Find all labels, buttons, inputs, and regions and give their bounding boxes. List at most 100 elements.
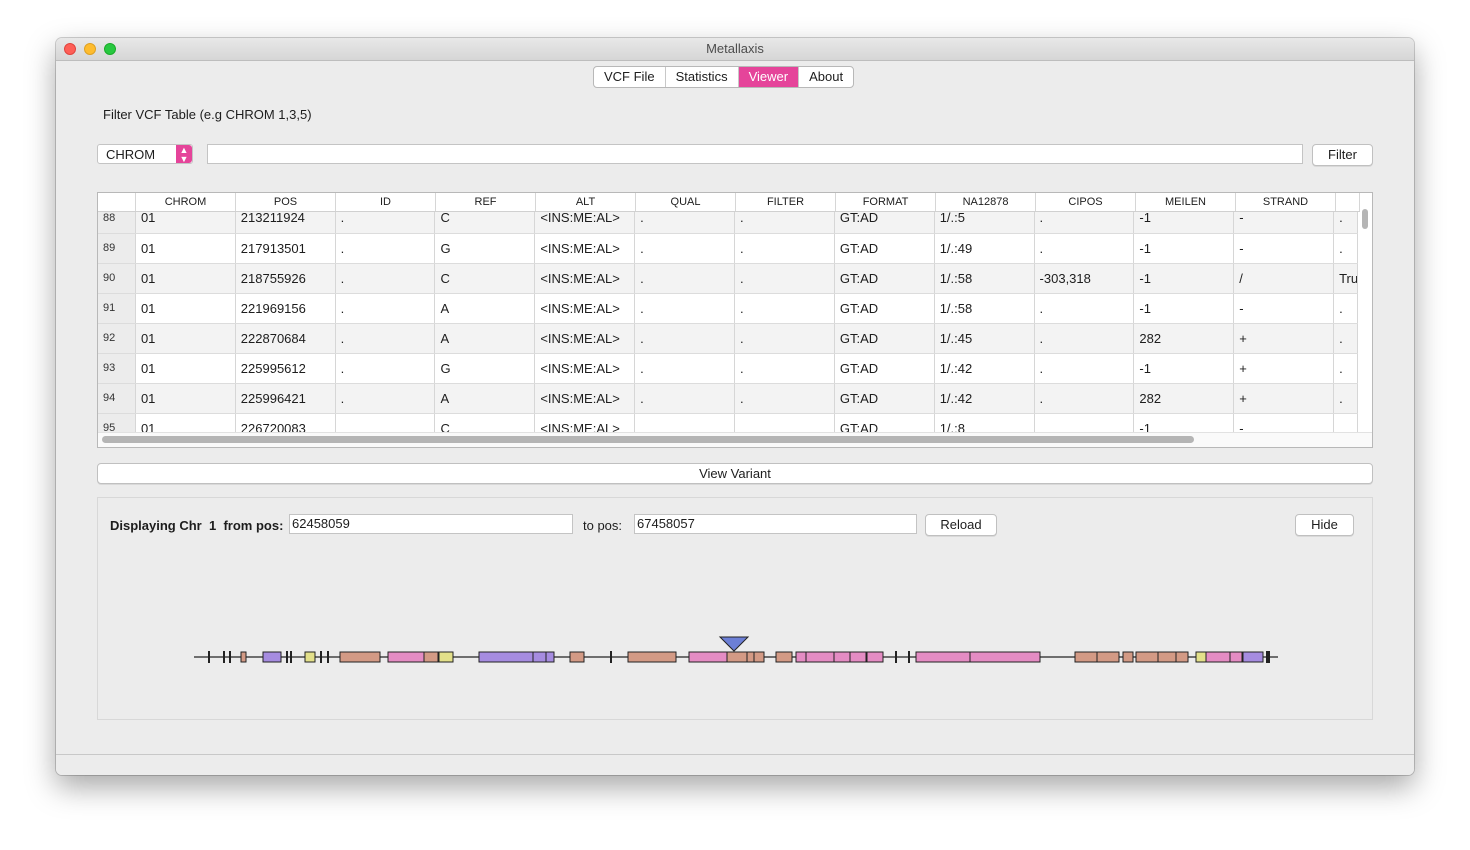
table-cell[interactable]: 1/.:49 — [935, 234, 1035, 263]
gene-feature[interactable] — [1195, 651, 1207, 663]
table-row[interactable]: 90 01 218755926. C <INS:ME:AL>.. GT:AD 1/.:58-… — [98, 264, 1359, 294]
column-header[interactable]: CIPOS — [1036, 193, 1136, 211]
table-cell[interactable]: -303,318 — [1035, 264, 1135, 293]
table-cell[interactable]: / — [1234, 264, 1335, 293]
gene-feature[interactable] — [1135, 651, 1159, 663]
table-cell[interactable]: 01 — [136, 264, 236, 293]
gene-feature[interactable] — [753, 651, 765, 663]
table-cell[interactable]: -1 — [1134, 234, 1235, 263]
from-pos-input[interactable]: 62458059 — [289, 514, 573, 534]
table-cell[interactable]: . — [1334, 384, 1359, 413]
gene-feature[interactable] — [1096, 651, 1120, 663]
table-cell[interactable]: -1 — [1134, 212, 1235, 233]
table-row[interactable]: 88 01 213211924. C <INS:ME:AL>.. GT:AD 1/.:5. -… — [98, 212, 1359, 234]
gene-feature[interactable] — [478, 651, 534, 663]
column-header[interactable]: QUAL — [636, 193, 736, 211]
table-cell[interactable]: -1 — [1134, 264, 1235, 293]
column-select[interactable]: CHROM ▲ ▼ — [97, 144, 193, 164]
table-cell[interactable]: GT:AD — [835, 234, 935, 263]
table-cell[interactable]: . — [336, 294, 436, 323]
table-cell[interactable]: . — [1334, 354, 1359, 383]
column-header[interactable]: STRAND — [1236, 193, 1336, 211]
table-cell[interactable]: . — [1334, 324, 1359, 353]
table-cell[interactable]: . — [735, 264, 835, 293]
gene-feature[interactable] — [208, 651, 210, 663]
gene-feature[interactable] — [545, 651, 555, 663]
column-header[interactable]: NA12878 — [936, 193, 1036, 211]
table-cell[interactable]: C — [435, 264, 536, 293]
table-cell[interactable]: G — [435, 234, 536, 263]
table-cell[interactable]: . — [635, 294, 736, 323]
table-cell[interactable]: . — [735, 354, 835, 383]
table-cell[interactable]: . — [336, 264, 436, 293]
gene-feature[interactable] — [627, 651, 677, 663]
close-window-button[interactable] — [64, 43, 76, 55]
view-variant-button[interactable]: View Variant — [97, 463, 1373, 484]
table-cell[interactable]: GT:AD — [835, 324, 935, 353]
table-cell[interactable]: <INS:ME:AL> — [535, 384, 636, 413]
table-cell[interactable]: GT:AD — [835, 212, 935, 233]
table-cell[interactable]: . — [735, 212, 835, 233]
column-header[interactable]: FORMAT — [836, 193, 936, 211]
gene-feature[interactable] — [1175, 651, 1189, 663]
table-cell[interactable]: <INS:ME:AL> — [535, 294, 636, 323]
table-cell[interactable]: 01 — [136, 354, 236, 383]
table-cell[interactable]: . — [1334, 234, 1359, 263]
gene-feature[interactable] — [1229, 651, 1243, 663]
column-header[interactable]: ALT — [536, 193, 636, 211]
table-cell[interactable]: - — [1234, 212, 1335, 233]
gene-feature[interactable] — [290, 651, 292, 663]
table-cell[interactable]: . — [336, 212, 436, 233]
tab-vcf-file[interactable]: VCF File — [594, 67, 666, 87]
column-header[interactable]: REF — [436, 193, 536, 211]
gene-feature[interactable] — [240, 651, 247, 663]
table-cell[interactable]: <INS:ME:AL> — [535, 212, 636, 233]
gene-feature[interactable] — [969, 651, 1041, 663]
column-header[interactable] — [1336, 193, 1360, 211]
tab-viewer[interactable]: Viewer — [738, 67, 800, 87]
table-cell[interactable]: . — [1334, 294, 1359, 323]
table-cell[interactable]: 01 — [136, 324, 236, 353]
tab-about[interactable]: About — [799, 67, 853, 87]
gene-feature[interactable] — [1122, 651, 1134, 663]
table-cell[interactable]: 222870684 — [236, 324, 336, 353]
table-cell[interactable]: . — [1035, 384, 1135, 413]
table-cell[interactable]: C — [435, 212, 536, 233]
gene-feature[interactable] — [229, 651, 231, 663]
gene-feature[interactable] — [320, 651, 322, 663]
gene-feature[interactable] — [1242, 651, 1264, 663]
table-cell[interactable]: . — [1035, 212, 1135, 233]
table-cell[interactable]: 221969156 — [236, 294, 336, 323]
reload-button[interactable]: Reload — [925, 514, 997, 536]
gene-feature[interactable] — [1266, 651, 1270, 663]
gene-feature[interactable] — [866, 651, 884, 663]
table-cell[interactable]: 1/.:58 — [935, 264, 1035, 293]
table-cell[interactable]: A — [435, 324, 536, 353]
table-cell[interactable]: . — [1035, 324, 1135, 353]
gene-feature[interactable] — [610, 651, 612, 663]
table-cell[interactable]: . — [1035, 234, 1135, 263]
zoom-window-button[interactable] — [104, 43, 116, 55]
gene-feature[interactable] — [775, 651, 793, 663]
table-cell[interactable]: 01 — [136, 384, 236, 413]
table-cell[interactable]: G — [435, 354, 536, 383]
table-cell[interactable]: . — [336, 324, 436, 353]
table-cell[interactable]: . — [1334, 212, 1359, 233]
table-cell[interactable]: . — [735, 234, 835, 263]
table-cell[interactable]: 1/.:58 — [935, 294, 1035, 323]
table-cell[interactable]: 01 — [136, 212, 236, 233]
table-cell[interactable]: GT:AD — [835, 384, 935, 413]
table-cell[interactable]: 282 — [1134, 324, 1235, 353]
table-cell[interactable]: . — [635, 324, 736, 353]
column-header[interactable]: FILTER — [736, 193, 836, 211]
table-cell[interactable]: GT:AD — [835, 294, 935, 323]
table-row[interactable]: 91 01 221969156. A <INS:ME:AL>.. GT:AD 1/.:58.… — [98, 294, 1359, 324]
gene-feature[interactable] — [339, 651, 381, 663]
gene-feature[interactable] — [387, 651, 425, 663]
gene-feature[interactable] — [805, 651, 835, 663]
gene-feature[interactable] — [726, 651, 748, 663]
table-cell[interactable]: . — [635, 212, 736, 233]
gene-feature[interactable] — [1205, 651, 1231, 663]
column-header[interactable]: CHROM — [136, 193, 236, 211]
gene-feature[interactable] — [908, 651, 910, 663]
